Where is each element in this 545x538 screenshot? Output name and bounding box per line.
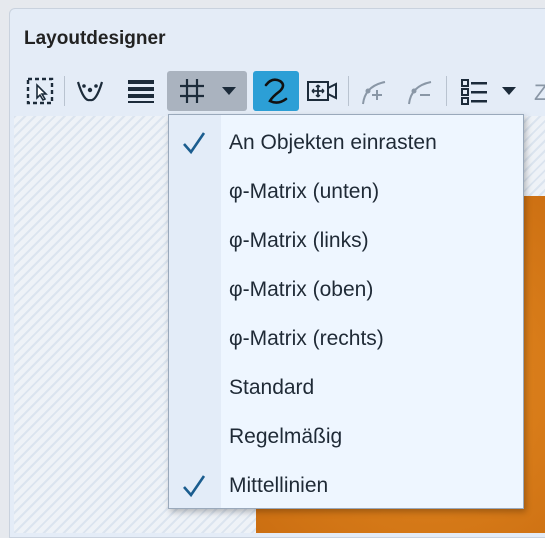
list-icon <box>461 79 487 105</box>
menu-item-phi-right[interactable]: φ-Matrix (rechts) <box>169 314 523 363</box>
menu-item-phi-top[interactable]: φ-Matrix (oben) <box>169 265 523 314</box>
remove-curve-point-button[interactable] <box>400 71 440 111</box>
curve-s-icon <box>264 78 288 104</box>
grid-hash-icon <box>180 79 204 103</box>
menu-item-phi-bottom[interactable]: φ-Matrix (unten) <box>169 167 523 216</box>
menu-item-label: Standard <box>229 375 315 399</box>
menu-item-label: Mittellinien <box>229 473 329 497</box>
menu-item-label: An Objekten einrasten <box>229 130 437 154</box>
menu-item-regular[interactable]: Regelmäßig <box>169 412 523 461</box>
menu-item-phi-left[interactable]: φ-Matrix (links) <box>169 216 523 265</box>
toolbar: Z <box>0 68 545 116</box>
curve-add-icon <box>362 81 386 105</box>
menu-item-label: φ-Matrix (rechts) <box>229 326 384 350</box>
toolbar-separator <box>64 76 65 106</box>
video-frame-button[interactable] <box>302 71 342 111</box>
toolbar-separator <box>446 76 447 106</box>
bezier-tool-button[interactable] <box>70 71 110 111</box>
select-frame-icon <box>26 77 54 105</box>
curve-tool-button[interactable] <box>253 71 299 111</box>
grid-snap-dropdown-button[interactable] <box>167 71 247 111</box>
menu-item-center-lines[interactable]: Mittellinien <box>169 461 523 510</box>
menu-item-label: Regelmäßig <box>229 424 343 448</box>
checkmark-icon <box>183 132 206 155</box>
grid-snap-menu: An Objekten einrasten φ-Matrix (unten) φ… <box>168 114 524 509</box>
menu-item-snap-objects[interactable]: An Objekten einrasten <box>169 118 523 167</box>
menu-item-label: φ-Matrix (unten) <box>229 179 380 203</box>
checkmark-icon <box>183 475 206 498</box>
chevron-down-icon <box>502 87 516 95</box>
video-move-icon <box>307 81 337 101</box>
bezier-nodes-icon <box>76 81 104 102</box>
menu-item-standard[interactable]: Standard <box>169 363 523 412</box>
select-tool-button[interactable] <box>20 71 60 111</box>
chevron-down-icon <box>222 87 236 95</box>
curve-remove-icon <box>408 81 432 105</box>
lines-tool-button[interactable] <box>120 71 160 111</box>
horizontal-lines-icon <box>128 80 154 103</box>
menu-item-label: φ-Matrix (links) <box>229 228 369 252</box>
add-curve-point-button[interactable] <box>354 71 394 111</box>
toolbar-separator <box>348 76 349 106</box>
menu-item-label: φ-Matrix (oben) <box>229 277 374 301</box>
panel-title: Layoutdesigner <box>24 28 166 49</box>
list-view-dropdown-button[interactable] <box>452 71 524 111</box>
toolbar-overflow-label[interactable]: Z <box>534 80 545 106</box>
